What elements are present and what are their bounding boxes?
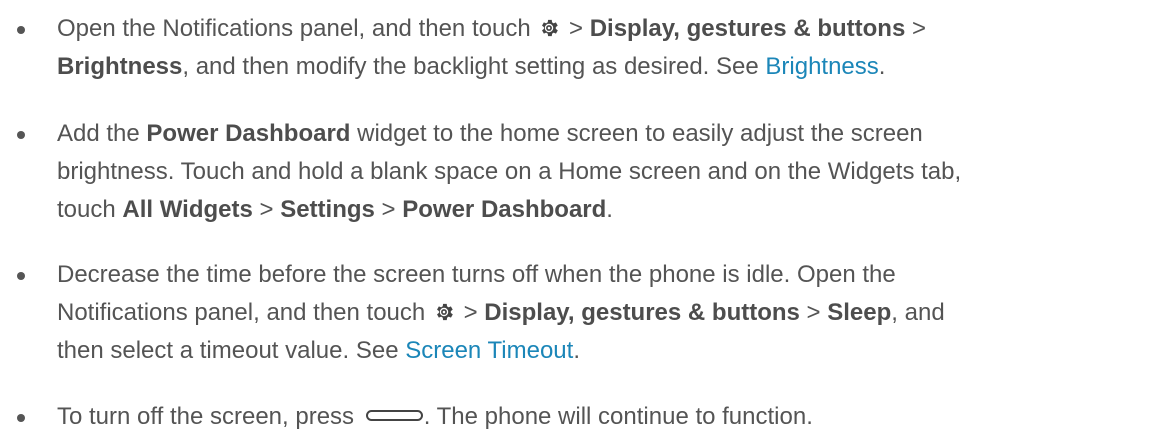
text-run: Open the Notifications panel, and then t…: [57, 15, 538, 42]
text-line: Add the Power Dashboard widget to the ho…: [57, 115, 1162, 153]
text-run: brightness. Touch and hold a blank space…: [57, 158, 962, 185]
text-run: >: [562, 15, 590, 42]
bullet-icon: [17, 272, 25, 280]
text-run: touch: [57, 196, 123, 223]
text-line: Decrease the time before the screen turn…: [57, 256, 1162, 294]
text-run: >: [905, 15, 926, 42]
text-run: >: [799, 299, 828, 326]
cross-reference-link[interactable]: Screen Timeout: [405, 337, 573, 364]
text-line: Notifications panel, and then touch > Di…: [57, 294, 1162, 332]
text-line: brightness. Touch and hold a blank space…: [57, 153, 1162, 191]
text-run: >: [252, 196, 281, 223]
ui-term: Settings: [280, 196, 375, 223]
text-run: >: [374, 196, 403, 223]
list-item: To turn off the screen, press . The phon…: [0, 398, 1171, 436]
ui-term: Power Dashboard: [146, 120, 351, 147]
text-run: , and: [891, 299, 945, 326]
bullet-icon: [17, 26, 25, 34]
tip-text: Decrease the time before the screen turn…: [57, 256, 1162, 370]
text-run: To turn off the screen, press: [57, 403, 361, 430]
list-item: Decrease the time before the screen turn…: [0, 256, 1171, 376]
text-run: then select a timeout value. See: [57, 337, 406, 364]
text-run: widget to the home screen to easily adju…: [350, 120, 923, 147]
cross-reference-link[interactable]: Brightness: [765, 53, 878, 80]
bullet-icon: [17, 414, 25, 422]
power-key-icon: [365, 410, 423, 421]
ui-term: Power Dashboard: [402, 196, 607, 223]
document-page: Open the Notifications panel, and then t…: [0, 0, 1171, 434]
tip-text: Add the Power Dashboard widget to the ho…: [57, 115, 1162, 229]
text-line: touch All Widgets > Settings > Power Das…: [57, 191, 1162, 229]
bullet-icon: [17, 131, 25, 139]
text-run: .: [573, 337, 580, 364]
text-line: Open the Notifications panel, and then t…: [57, 10, 1162, 48]
list-item: Add the Power Dashboard widget to the ho…: [0, 115, 1171, 235]
text-run: , and then modify the backlight setting …: [182, 53, 766, 80]
list-item: Open the Notifications panel, and then t…: [0, 10, 1171, 90]
text-run: Decrease the time before the screen turn…: [57, 261, 896, 288]
text-line: To turn off the screen, press . The phon…: [57, 398, 1162, 436]
gear-icon: [538, 13, 560, 37]
text-run: .: [878, 53, 886, 80]
text-run: Notifications panel, and then touch: [57, 299, 432, 326]
text-run: >: [456, 299, 485, 326]
text-run: .: [606, 196, 613, 223]
ui-term: Display, gestures & buttons: [484, 299, 800, 326]
text-line: Brightness, and then modify the backligh…: [57, 48, 1162, 86]
gear-icon: [433, 297, 455, 321]
ui-term: All Widgets: [122, 196, 253, 223]
tip-text: To turn off the screen, press . The phon…: [57, 398, 1162, 436]
text-run: Add the: [57, 120, 147, 147]
text-run: . The phone will continue to function.: [423, 403, 813, 430]
ui-term: Display, gestures & buttons: [589, 15, 906, 42]
ui-term: Brightness: [57, 53, 183, 80]
text-line: then select a timeout value. See Screen …: [57, 332, 1162, 370]
ui-term: Sleep: [827, 299, 892, 326]
tip-text: Open the Notifications panel, and then t…: [57, 10, 1162, 86]
